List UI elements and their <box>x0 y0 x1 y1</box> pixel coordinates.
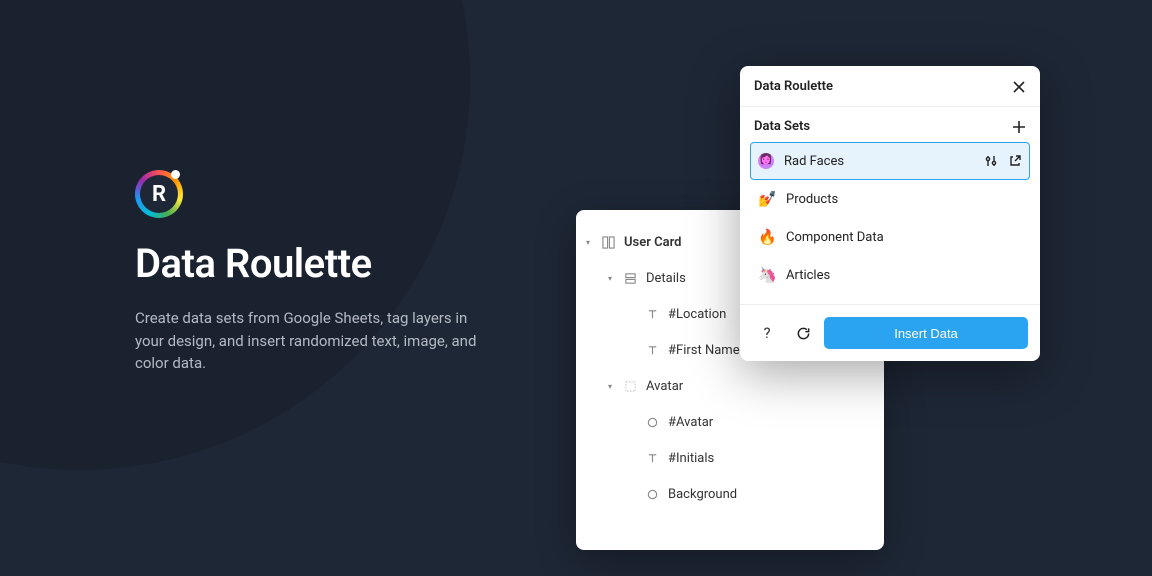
data-set-item[interactable]: 🦄 Articles <box>750 256 1030 294</box>
layer-label: #Location <box>668 307 726 322</box>
app-logo-letter: R <box>140 175 178 213</box>
circle-icon <box>644 488 660 501</box>
expand-caret-icon[interactable]: ▾ <box>606 274 614 283</box>
set-emoji-icon: 🔥 <box>758 228 776 246</box>
close-icon[interactable] <box>1012 80 1026 94</box>
app-logo-dot <box>171 170 180 179</box>
layer-label: #Avatar <box>668 415 713 430</box>
help-button[interactable]: ? <box>752 318 782 348</box>
app-logo: R <box>135 170 183 218</box>
circle-icon <box>644 416 660 429</box>
plugin-header: Data Roulette <box>740 66 1040 107</box>
layer-label: Background <box>668 487 737 502</box>
plugin-panel: Data Roulette Data Sets Rad Faces 💅 Produc… <box>740 66 1040 361</box>
expand-caret-icon[interactable]: ▾ <box>584 238 592 247</box>
layer-label: #First Name <box>668 343 740 358</box>
set-label: Component Data <box>786 230 1022 245</box>
data-sets-list: Rad Faces 💅 Products 🔥 Component Data 🦄 Articl… <box>740 142 1040 304</box>
insert-data-button[interactable]: Insert Data <box>824 317 1028 349</box>
refresh-icon[interactable] <box>788 318 818 348</box>
grid-icon <box>622 380 638 393</box>
layer-label: Avatar <box>646 379 683 394</box>
plugin-title: Data Roulette <box>754 79 833 94</box>
set-emoji-icon: 🦄 <box>758 266 776 284</box>
hero: R Data Roulette Create data sets from Go… <box>135 170 515 375</box>
layer-label: #Initials <box>668 451 714 466</box>
hero-subtitle: Create data sets from Google Sheets, tag… <box>135 307 495 375</box>
settings-sliders-icon[interactable] <box>984 154 998 168</box>
expand-caret-icon[interactable]: ▾ <box>606 382 614 391</box>
data-set-item[interactable]: 💅 Products <box>750 180 1030 218</box>
layer-row[interactable]: ▾#Avatar <box>576 404 884 440</box>
text-icon <box>644 452 660 465</box>
text-icon <box>644 344 660 357</box>
data-sets-header: Data Sets <box>740 107 1040 142</box>
set-label: Rad Faces <box>784 154 974 169</box>
layer-label: User Card <box>624 235 681 250</box>
add-set-icon[interactable] <box>1012 120 1026 134</box>
hero-title: Data Roulette <box>135 240 515 287</box>
layer-label: Details <box>646 271 686 286</box>
set-avatar-icon <box>758 153 774 169</box>
layer-row[interactable]: ▾Background <box>576 476 884 512</box>
data-sets-label: Data Sets <box>754 119 810 134</box>
layer-row[interactable]: ▾ Avatar <box>576 368 884 404</box>
plugin-footer: ? Insert Data <box>740 304 1040 361</box>
open-external-icon[interactable] <box>1008 154 1022 168</box>
set-label: Articles <box>786 268 1022 283</box>
layer-row[interactable]: ▾#Initials <box>576 440 884 476</box>
vstack-icon <box>622 272 638 285</box>
set-emoji-icon: 💅 <box>758 190 776 208</box>
frame-icon <box>600 236 616 249</box>
set-label: Products <box>786 192 1022 207</box>
data-set-item[interactable]: 🔥 Component Data <box>750 218 1030 256</box>
data-set-item[interactable]: Rad Faces <box>750 142 1030 180</box>
text-icon <box>644 308 660 321</box>
